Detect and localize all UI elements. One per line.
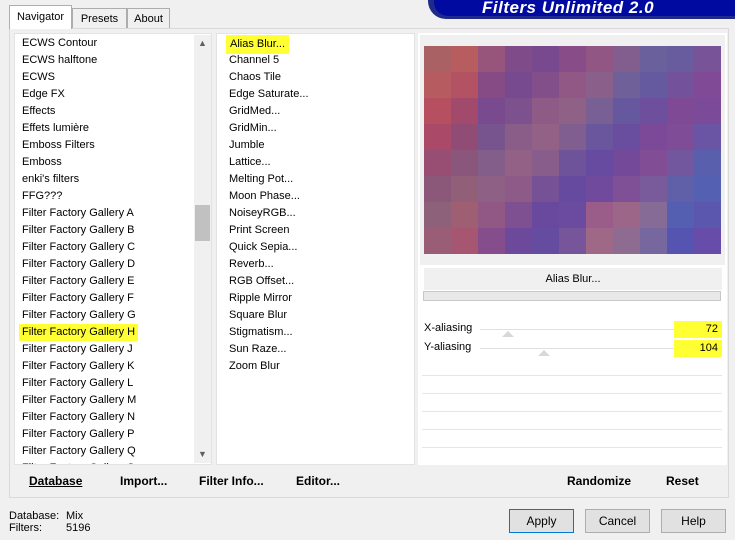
slider-track[interactable]: [480, 348, 690, 349]
category-item[interactable]: Emboss: [19, 154, 65, 171]
randomize-button[interactable]: Randomize: [567, 472, 631, 490]
category-item[interactable]: ECWS: [19, 69, 58, 86]
category-item[interactable]: Filter Factory Gallery F: [19, 290, 137, 307]
empty-slider-slot: [422, 429, 722, 430]
filter-item[interactable]: Stigmatism...: [226, 324, 296, 341]
empty-slider-slot: [422, 375, 722, 376]
database-value: Mix: [66, 510, 84, 522]
filter-item[interactable]: Melting Pot...: [226, 171, 296, 188]
category-item[interactable]: ECWS halftone: [19, 52, 100, 69]
filter-item[interactable]: Edge Saturate...: [226, 86, 312, 103]
database-label: Database:: [9, 510, 60, 522]
filter-item[interactable]: Chaos Tile: [226, 69, 284, 86]
filter-item[interactable]: Moon Phase...: [226, 188, 303, 205]
filter-item[interactable]: Channel 5: [226, 52, 282, 69]
help-button[interactable]: Help: [661, 509, 726, 533]
slider-track[interactable]: [480, 329, 690, 330]
scroll-down-icon[interactable]: ▼: [194, 446, 211, 463]
slider-thumb[interactable]: [538, 350, 550, 356]
filter-item[interactable]: Quick Sepia...: [226, 239, 300, 256]
slider-value[interactable]: 104: [674, 340, 722, 357]
category-item[interactable]: Filter Factory Gallery G: [19, 307, 139, 324]
category-item[interactable]: Filter Factory Gallery L: [19, 375, 136, 392]
filter-info-button[interactable]: Filter Info...: [199, 472, 264, 490]
category-item[interactable]: FFG???: [19, 188, 65, 205]
tab-presets[interactable]: Presets: [72, 8, 127, 28]
filter-item[interactable]: GridMed...: [226, 103, 283, 120]
preview-image: [424, 46, 721, 254]
filter-item[interactable]: Square Blur: [226, 307, 290, 324]
category-item[interactable]: Filter Factory Gallery M: [19, 392, 139, 409]
slider-y-aliasing[interactable]: Y-aliasing 104: [422, 340, 722, 357]
filter-name: Alias Blur...: [424, 268, 722, 290]
category-item[interactable]: Filter Factory Gallery P: [19, 426, 137, 443]
category-item[interactable]: Filter Factory Gallery C: [19, 239, 138, 256]
database-button[interactable]: Database: [29, 472, 82, 490]
empty-slider-slot: [422, 411, 722, 412]
filter-item[interactable]: Zoom Blur: [226, 358, 283, 375]
category-scrollbar[interactable]: ▲ ▼: [194, 35, 211, 463]
progress-bar: [423, 291, 721, 301]
logo-text: Filters Unlimited 2.0: [482, 0, 655, 17]
category-item[interactable]: enki's filters: [19, 171, 82, 188]
empty-slider-slot: [422, 393, 722, 394]
apply-button[interactable]: Apply: [509, 509, 574, 533]
category-item[interactable]: Emboss Filters: [19, 137, 98, 154]
category-item[interactable]: Filter Factory Gallery A: [19, 205, 137, 222]
filter-list[interactable]: Alias Blur... Channel 5 Chaos Tile Edge Sat…: [216, 33, 415, 465]
slider-thumb[interactable]: [502, 331, 514, 337]
category-item[interactable]: Filter Factory Gallery K: [19, 358, 137, 375]
slider-x-aliasing[interactable]: X-aliasing 72: [422, 321, 722, 338]
category-item[interactable]: Effets lumière: [19, 120, 92, 137]
filter-item[interactable]: RGB Offset...: [226, 273, 297, 290]
filters-count-label: Filters:: [9, 522, 42, 534]
category-item[interactable]: Filter Factory Gallery D: [19, 256, 138, 273]
tab-about[interactable]: About: [127, 8, 170, 28]
category-list[interactable]: ECWS Contour ECWS halftone ECWS Edge FX Effe…: [14, 33, 212, 465]
scroll-up-icon[interactable]: ▲: [194, 35, 211, 52]
category-item[interactable]: Filter Factory Gallery J: [19, 341, 136, 358]
category-item[interactable]: Effects: [19, 103, 58, 120]
filter-item[interactable]: Print Screen: [226, 222, 293, 239]
category-item[interactable]: Edge FX: [19, 86, 68, 103]
filter-item[interactable]: NoiseyRGB...: [226, 205, 299, 222]
category-item[interactable]: ECWS Contour: [19, 35, 100, 52]
filter-item[interactable]: Reverb...: [226, 256, 277, 273]
category-item[interactable]: Filter Factory Gallery E: [19, 273, 137, 290]
slider-label: Y-aliasing: [424, 341, 472, 353]
reset-button[interactable]: Reset: [666, 472, 699, 490]
editor-button[interactable]: Editor...: [296, 472, 340, 490]
filter-item[interactable]: Lattice...: [226, 154, 274, 171]
filter-item[interactable]: GridMin...: [226, 120, 280, 137]
filters-count-value: 5196: [66, 522, 91, 534]
slider-label: X-aliasing: [424, 322, 473, 334]
logo-banner: Filters Unlimited 2.0: [428, 0, 735, 19]
category-item[interactable]: Filter Factory Gallery H: [19, 324, 139, 341]
import-button[interactable]: Import...: [120, 472, 167, 490]
slider-value[interactable]: 72: [674, 321, 722, 338]
empty-slider-slot: [422, 447, 722, 448]
filter-item[interactable]: Sun Raze...: [226, 341, 289, 358]
tab-navigator[interactable]: Navigator: [9, 5, 72, 29]
category-item[interactable]: Filter Factory Gallery N: [19, 409, 138, 426]
filter-item[interactable]: Ripple Mirror: [226, 290, 295, 307]
category-item[interactable]: Filter Factory Gallery Q: [19, 443, 139, 460]
filter-item[interactable]: Jumble: [226, 137, 267, 154]
scroll-thumb[interactable]: [195, 205, 210, 241]
cancel-button[interactable]: Cancel: [585, 509, 650, 533]
category-item[interactable]: Filter Factory Gallery B: [19, 222, 137, 239]
